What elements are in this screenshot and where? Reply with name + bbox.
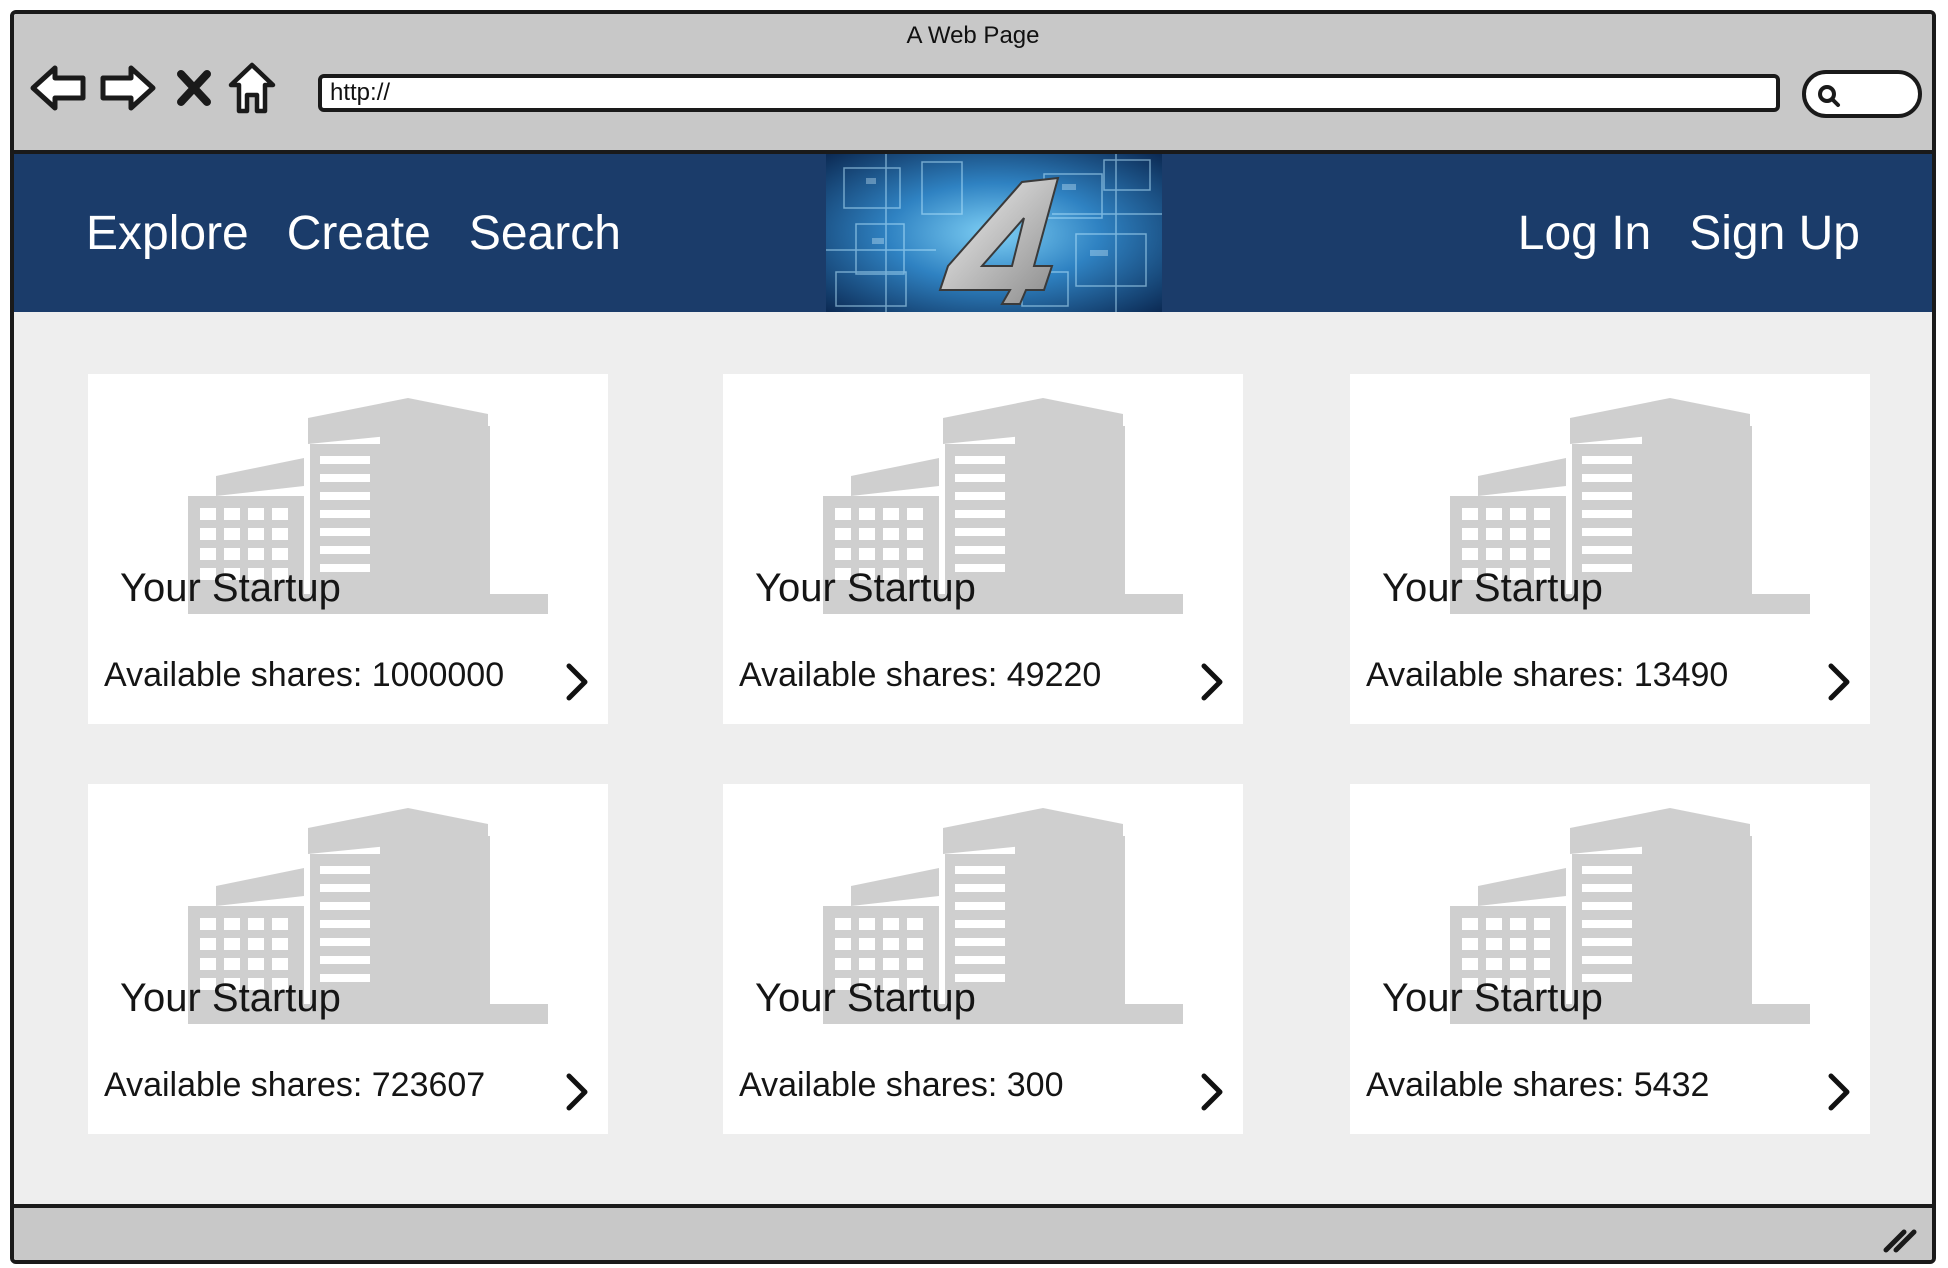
startup-card[interactable]: Your Startup Available shares: 5432	[1350, 784, 1870, 1134]
account-nav: Log In Sign Up	[1518, 154, 1860, 312]
chevron-right-icon[interactable]	[1826, 662, 1852, 702]
chevron-right-icon[interactable]	[1199, 1072, 1225, 1112]
available-shares: Available shares: 5432	[1366, 1066, 1710, 1104]
startup-name: Your Startup	[1382, 566, 1603, 610]
address-bar[interactable]: http://	[318, 74, 1780, 112]
startup-card[interactable]: Your Startup Available shares: 13490	[1350, 374, 1870, 724]
available-shares: Available shares: 13490	[1366, 656, 1729, 694]
chevron-right-icon[interactable]	[1826, 1072, 1852, 1112]
site-logo[interactable]	[826, 154, 1162, 312]
startup-name: Your Startup	[755, 976, 976, 1020]
available-shares: Available shares: 1000000	[104, 656, 505, 694]
close-x-icon[interactable]	[164, 56, 224, 120]
startup-name: Your Startup	[755, 566, 976, 610]
resize-grip-icon[interactable]	[1882, 1224, 1918, 1254]
startup-card[interactable]: Your Startup Available shares: 1000000	[88, 374, 608, 724]
browser-window: A Web Page http:// Explore Create Search…	[10, 10, 1936, 1264]
nav-sign-up[interactable]: Sign Up	[1689, 206, 1860, 261]
chevron-right-icon[interactable]	[564, 662, 590, 702]
site-header: Explore Create Search Log In Sign Up	[14, 154, 1932, 312]
search-icon	[1818, 85, 1840, 107]
forward-arrow-icon[interactable]	[98, 56, 158, 120]
startup-grid: Your Startup Available shares: 1000000 Y…	[88, 374, 1878, 1134]
startup-name: Your Startup	[1382, 976, 1603, 1020]
available-shares: Available shares: 300	[739, 1066, 1064, 1104]
back-arrow-icon[interactable]	[28, 56, 88, 120]
startup-card[interactable]: Your Startup Available shares: 300	[723, 784, 1243, 1134]
window-title: A Web Page	[906, 22, 1040, 49]
startup-card[interactable]: Your Startup Available shares: 723607	[88, 784, 608, 1134]
browser-toolbar: A Web Page http://	[14, 14, 1932, 154]
status-bar	[14, 1204, 1932, 1260]
nav-create[interactable]: Create	[287, 206, 431, 261]
chevron-right-icon[interactable]	[1199, 662, 1225, 702]
available-shares: Available shares: 723607	[104, 1066, 486, 1104]
startup-card[interactable]: Your Startup Available shares: 49220	[723, 374, 1243, 724]
startup-name: Your Startup	[120, 976, 341, 1020]
browser-search-box[interactable]	[1802, 70, 1922, 118]
available-shares: Available shares: 49220	[739, 656, 1102, 694]
nav-log-in[interactable]: Log In	[1518, 206, 1651, 261]
home-icon[interactable]	[222, 56, 282, 120]
chevron-right-icon[interactable]	[564, 1072, 590, 1112]
nav-search[interactable]: Search	[469, 206, 621, 261]
startup-name: Your Startup	[120, 566, 341, 610]
primary-nav: Explore Create Search	[86, 154, 621, 312]
nav-explore[interactable]: Explore	[86, 206, 249, 261]
